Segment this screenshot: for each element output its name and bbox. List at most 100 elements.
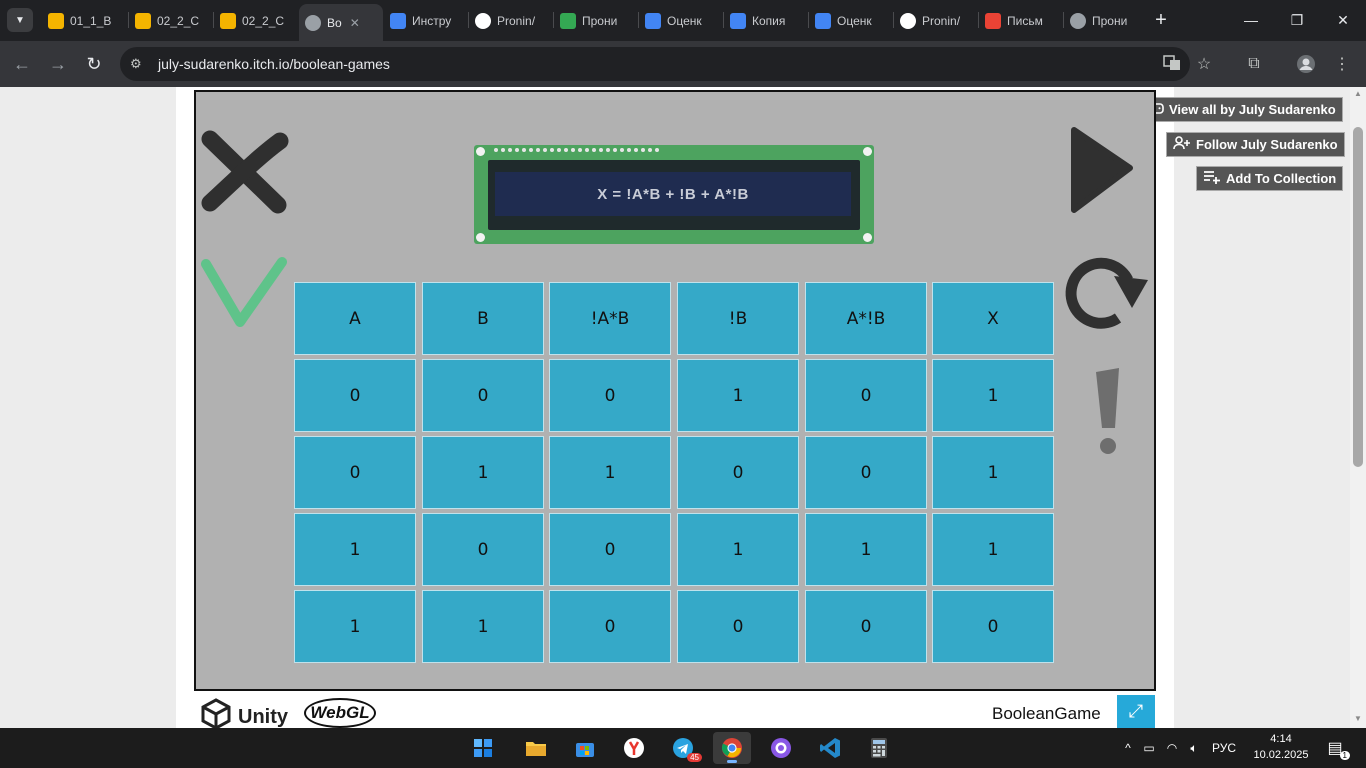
table-header-cell[interactable]: !A*B: [549, 282, 671, 355]
browser-menu-icon[interactable]: ⋮: [1330, 52, 1354, 76]
fullscreen-button[interactable]: ⤢: [1117, 695, 1155, 728]
table-cell[interactable]: 1: [932, 436, 1054, 509]
tab-label: Pronin/: [922, 13, 961, 28]
table-cell[interactable]: 1: [677, 513, 799, 586]
table-cell[interactable]: 1: [677, 359, 799, 432]
calculator-icon[interactable]: [860, 732, 898, 764]
close-window-button[interactable]: ✕: [1320, 6, 1366, 34]
extensions-icon[interactable]: ⧉: [1242, 52, 1266, 76]
table-cell[interactable]: 1: [422, 436, 544, 509]
table-cell[interactable]: 1: [549, 436, 671, 509]
table-cell[interactable]: 0: [294, 359, 416, 432]
scroll-up-arrow[interactable]: ▲: [1350, 89, 1366, 101]
tab-label: 02_2_C: [157, 13, 200, 28]
google-slides-icon: [48, 12, 64, 29]
new-tab-button[interactable]: +: [1151, 8, 1171, 32]
tab-4[interactable]: Инстру: [384, 7, 468, 34]
table-header-cell[interactable]: A*!B: [805, 282, 927, 355]
tab-label: Оценк: [667, 13, 702, 28]
bookmark-star-icon[interactable]: ☆: [1192, 52, 1216, 76]
tab-11[interactable]: Письм: [979, 7, 1063, 34]
microsoft-store-icon[interactable]: [566, 732, 604, 764]
tab-5[interactable]: Pronin/: [469, 7, 553, 34]
follow-button[interactable]: Follow July Sudarenko: [1166, 132, 1345, 157]
yandex-browser-icon[interactable]: [615, 732, 653, 764]
vscode-icon[interactable]: [811, 732, 849, 764]
table-cell[interactable]: 0: [805, 359, 927, 432]
profile-avatar[interactable]: [1294, 52, 1318, 76]
wifi-icon[interactable]: ◠: [1161, 741, 1183, 755]
restart-icon[interactable]: [1062, 250, 1152, 335]
view-all-button[interactable]: View all by July Sudarenko: [1141, 97, 1343, 122]
tab-label: 02_2_C: [242, 13, 285, 28]
tab-label: Инстру: [412, 13, 452, 28]
tab-1[interactable]: 02_2_C: [129, 7, 213, 34]
restore-button[interactable]: ❐: [1274, 6, 1320, 34]
notifications-icon[interactable]: ▤ 1: [1318, 732, 1352, 764]
back-button[interactable]: ←: [8, 50, 36, 78]
play-icon[interactable]: [1068, 124, 1134, 221]
table-header-cell[interactable]: X: [932, 282, 1054, 355]
table-cell[interactable]: 1: [805, 513, 927, 586]
tab-6[interactable]: Прони: [554, 7, 638, 34]
translate-icon[interactable]: [1160, 51, 1184, 75]
tab-search-button[interactable]: ▼: [7, 8, 33, 32]
table-cell[interactable]: 0: [422, 359, 544, 432]
site-info-icon[interactable]: ⚙: [130, 56, 150, 72]
tab-9[interactable]: Оценк: [809, 7, 893, 34]
tab-12[interactable]: Прони: [1064, 7, 1144, 34]
table-cell[interactable]: 0: [805, 436, 927, 509]
battery-icon[interactable]: ▭: [1137, 741, 1161, 755]
file-explorer-icon[interactable]: [517, 732, 555, 764]
address-bar[interactable]: ⚙ july-sudarenko.itch.io/boolean-games: [120, 47, 1190, 81]
forward-button[interactable]: →: [44, 50, 72, 78]
table-cell[interactable]: 0: [932, 590, 1054, 663]
hint-exclamation-icon[interactable]: [1093, 366, 1123, 461]
tab-label: Оценк: [837, 13, 872, 28]
expression-display: X = !A*B + !B + A*!B: [495, 172, 851, 216]
minimize-button[interactable]: —: [1228, 6, 1274, 34]
table-cell[interactable]: 0: [677, 590, 799, 663]
scroll-thumb[interactable]: [1353, 127, 1363, 467]
globe-icon: [305, 14, 321, 31]
tab-2[interactable]: 02_2_C: [214, 7, 298, 34]
tab-0[interactable]: 01_1_B: [42, 7, 126, 34]
show-hidden-icons-chevron[interactable]: ^: [1119, 741, 1137, 755]
language-indicator[interactable]: РУС: [1205, 741, 1243, 755]
table-cell[interactable]: 0: [422, 513, 544, 586]
github-desktop-icon[interactable]: [762, 732, 800, 764]
tab-3[interactable]: Bo ✕: [299, 4, 383, 41]
volume-icon[interactable]: 🔈︎: [1183, 741, 1205, 756]
table-cell[interactable]: 0: [549, 590, 671, 663]
tab-7[interactable]: Оценк: [639, 7, 723, 34]
close-tab-icon[interactable]: ✕: [350, 16, 360, 30]
table-header-cell[interactable]: B: [422, 282, 544, 355]
telegram-icon[interactable]: 45: [664, 732, 702, 764]
table-cell[interactable]: 1: [932, 513, 1054, 586]
webgl-label: WebGL: [310, 703, 370, 722]
scroll-down-arrow[interactable]: ▼: [1350, 714, 1366, 726]
table-header-cell[interactable]: A: [294, 282, 416, 355]
table-cell[interactable]: 0: [549, 359, 671, 432]
table-cell[interactable]: 0: [549, 513, 671, 586]
browser-toolbar: ← → ↻ ⚙ july-sudarenko.itch.io/boolean-g…: [0, 41, 1366, 87]
table-cell[interactable]: 1: [294, 590, 416, 663]
table-header-cell[interactable]: !B: [677, 282, 799, 355]
taskbar-clock[interactable]: 4:14 10.02.2025: [1250, 731, 1312, 763]
tab-label: Pronin/: [497, 13, 536, 28]
google-docs-icon: [390, 12, 406, 29]
table-cell[interactable]: 1: [932, 359, 1054, 432]
table-cell[interactable]: 1: [294, 513, 416, 586]
lcd-pins: [494, 148, 659, 152]
tab-10[interactable]: Pronin/: [894, 7, 978, 34]
table-cell[interactable]: 0: [677, 436, 799, 509]
reload-button[interactable]: ↻: [80, 50, 108, 78]
chrome-icon[interactable]: [713, 732, 751, 764]
table-cell[interactable]: 0: [805, 590, 927, 663]
add-to-collection-button[interactable]: Add To Collection: [1196, 166, 1344, 191]
tab-8[interactable]: Копия: [724, 7, 808, 34]
table-cell[interactable]: 1: [422, 590, 544, 663]
start-button[interactable]: [464, 732, 502, 764]
page-scrollbar[interactable]: ▲ ▼: [1350, 87, 1366, 728]
table-cell[interactable]: 0: [294, 436, 416, 509]
